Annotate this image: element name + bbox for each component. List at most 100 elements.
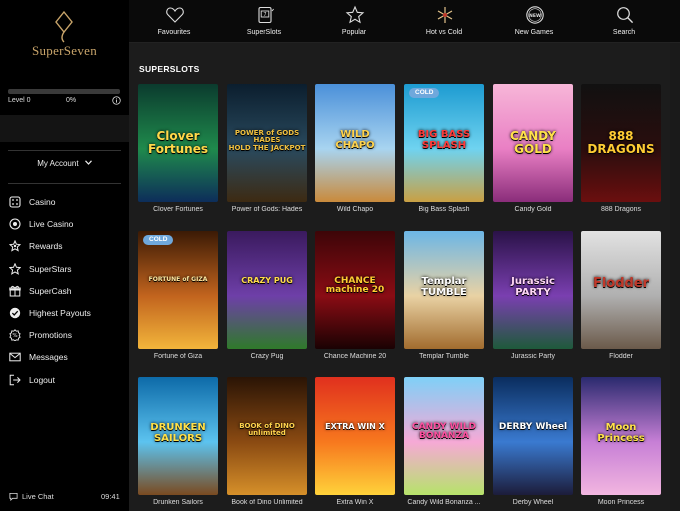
game-logo-text: FORTUNE of GIZA [148,276,208,283]
sidebar-item-label: Live Casino [29,219,74,230]
game-name: Candy Wild Bonanza ... [407,499,481,506]
game-name: Wild Chapo [336,206,374,213]
sidebar-item-messages[interactable]: Messages [0,346,129,368]
game-thumbnail[interactable]: Clover Fortunes [138,84,218,202]
game-tile[interactable]: POWER of GODS HADES HOLD THE JACKPOT Powe… [227,84,307,213]
game-tile[interactable]: DERBY Wheel Derby Wheel [493,377,573,506]
game-logo-text: Jurassic PARTY [511,276,555,298]
game-thumbnail[interactable]: Templar TUMBLE [404,231,484,349]
game-name: Chance Machine 20 [323,353,387,360]
game-tile[interactable]: CRAZY PUG Crazy Pug [227,231,307,360]
game-tile[interactable]: CHANCE machine 20 Chance Machine 20 [315,231,395,360]
game-name: Jurassic Party [511,353,555,360]
game-thumbnail[interactable]: Moon Princess [581,377,661,495]
sidebar-item-logout[interactable]: Logout [0,369,129,391]
game-thumbnail[interactable]: POWER of GODS HADES HOLD THE JACKPOT [227,84,307,202]
game-name: Big Bass Splash [418,206,470,213]
game-artwork [138,231,218,349]
info-icon[interactable] [112,96,121,105]
game-logo-text: CANDY WILD BONANZA [411,422,477,442]
star-icon [9,262,21,275]
game-thumbnail[interactable]: Jurassic PARTY [493,231,573,349]
game-thumbnail[interactable]: BOOK of DINO unlimited [227,377,307,495]
tab-label: New Games [514,29,554,36]
sidebar-item-superstars[interactable]: SuperStars [0,258,129,280]
chat-icon[interactable] [9,492,18,501]
game-thumbnail[interactable]: 888 DRAGONS [581,84,661,202]
game-tile[interactable]: BOOK of DINO unlimited Book of Dino Unlim… [227,377,307,506]
sidebar-item-promotions[interactable]: % Promotions [0,324,129,346]
tab-popular[interactable]: Popular [309,0,399,43]
game-name: Fortune of Giza [153,353,203,360]
game-tile[interactable]: BIG BASS SPLASH COLD Big Bass Splash [404,84,484,213]
logo[interactable]: SuperSeven [0,0,129,85]
level-percent: 0% [66,97,77,104]
sidebar-item-supercash[interactable]: SuperCash [0,280,129,302]
game-name: Candy Gold [514,206,552,213]
game-name: Templar Tumble [419,353,469,360]
tab-label: Search [612,29,636,36]
tab-search[interactable]: Search [579,0,669,43]
game-tile[interactable]: Clover Fortunes Clover Fortunes [138,84,218,213]
sidebar-item-label: Casino [29,197,56,208]
game-thumbnail[interactable]: CHANCE machine 20 [315,231,395,349]
game-artwork [315,377,395,495]
game-logo-text: Templar TUMBLE [421,276,467,298]
sidebar-menu: Casino Live Casino Rewards SuperStars Su… [0,191,129,391]
game-thumbnail[interactable]: CANDY WILD BONANZA [404,377,484,495]
sidebar-item-highest-payouts[interactable]: Highest Payouts [0,302,129,324]
game-logo-text: Moon Princess [597,422,645,444]
game-thumbnail[interactable]: Flodder [581,231,661,349]
game-tile[interactable]: FORTUNE of GIZA COLD Fortune of Giza [138,231,218,360]
cold-badge: COLD [143,235,174,245]
game-thumbnail[interactable]: CRAZY PUG [227,231,307,349]
game-tile[interactable]: DRUNKEN SAILORS Drunken Sailors [138,377,218,506]
scrollbar[interactable] [670,43,680,511]
section-title: SUPERSLOTS [139,64,200,74]
sidebar-item-live-casino[interactable]: Live Casino [0,213,129,235]
my-account-toggle[interactable]: My Account [0,159,129,173]
game-tile[interactable]: 888 DRAGONS 888 Dragons [581,84,661,213]
game-tile[interactable]: Jurassic PARTY Jurassic Party [493,231,573,360]
casino-app: SuperSeven Level 0 0% My Account Casino [0,0,680,511]
brand-name: SuperSeven [31,43,98,58]
new-badge-icon: NEW [526,6,544,24]
game-tile[interactable]: Moon Princess Moon Princess [581,377,661,506]
tab-label: Popular [341,29,367,36]
game-logo-text: WILD CHAPO [335,129,375,151]
sidebar: SuperSeven Level 0 0% My Account Casino [0,0,129,511]
game-thumbnail[interactable]: DRUNKEN SAILORS [138,377,218,495]
live-casino-icon [9,218,21,230]
game-tile[interactable]: Flodder Flodder [581,231,661,360]
game-tile[interactable]: WILD CHAPO Wild Chapo [315,84,395,213]
star-icon [345,5,365,24]
sidebar-footer: Live Chat 09:41 [0,491,129,507]
game-thumbnail[interactable]: EXTRA WIN X [315,377,395,495]
check-icon [9,307,21,319]
tab-new-games[interactable]: NEW New Games [489,0,579,43]
game-tile[interactable]: EXTRA WIN X Extra Win X [315,377,395,506]
clock: 09:41 [101,492,120,501]
game-logo-text: Flodder [592,276,650,291]
level-progress-bar [8,89,120,94]
tab-favourites[interactable]: Favourites [129,0,219,43]
game-tile[interactable]: CANDY WILD BONANZA Candy Wild Bonanza ... [404,377,484,506]
tab-superslots[interactable]: 7 SuperSlots [219,0,309,43]
gift-icon [9,285,21,297]
game-tile[interactable]: CANDY GOLD Candy Gold [493,84,573,213]
sidebar-item-casino[interactable]: Casino [0,191,129,213]
tab-hot-vs-cold[interactable]: Hot vs Cold [399,0,489,43]
game-tile[interactable]: Templar TUMBLE Templar Tumble [404,231,484,360]
game-thumbnail[interactable]: FORTUNE of GIZA COLD [138,231,218,349]
tab-label: Favourites [157,29,191,36]
game-logo-text: DERBY Wheel [498,422,568,432]
sidebar-item-rewards[interactable]: Rewards [0,235,129,257]
game-thumbnail[interactable]: BIG BASS SPLASH COLD [404,84,484,202]
live-chat-link[interactable]: Live Chat [22,492,54,501]
search-icon [617,7,634,24]
game-logo-text: EXTRA WIN X [325,422,385,431]
game-thumbnail[interactable]: CANDY GOLD [493,84,573,202]
svg-text:NEW: NEW [529,13,541,19]
game-thumbnail[interactable]: WILD CHAPO [315,84,395,202]
game-thumbnail[interactable]: DERBY Wheel [493,377,573,495]
